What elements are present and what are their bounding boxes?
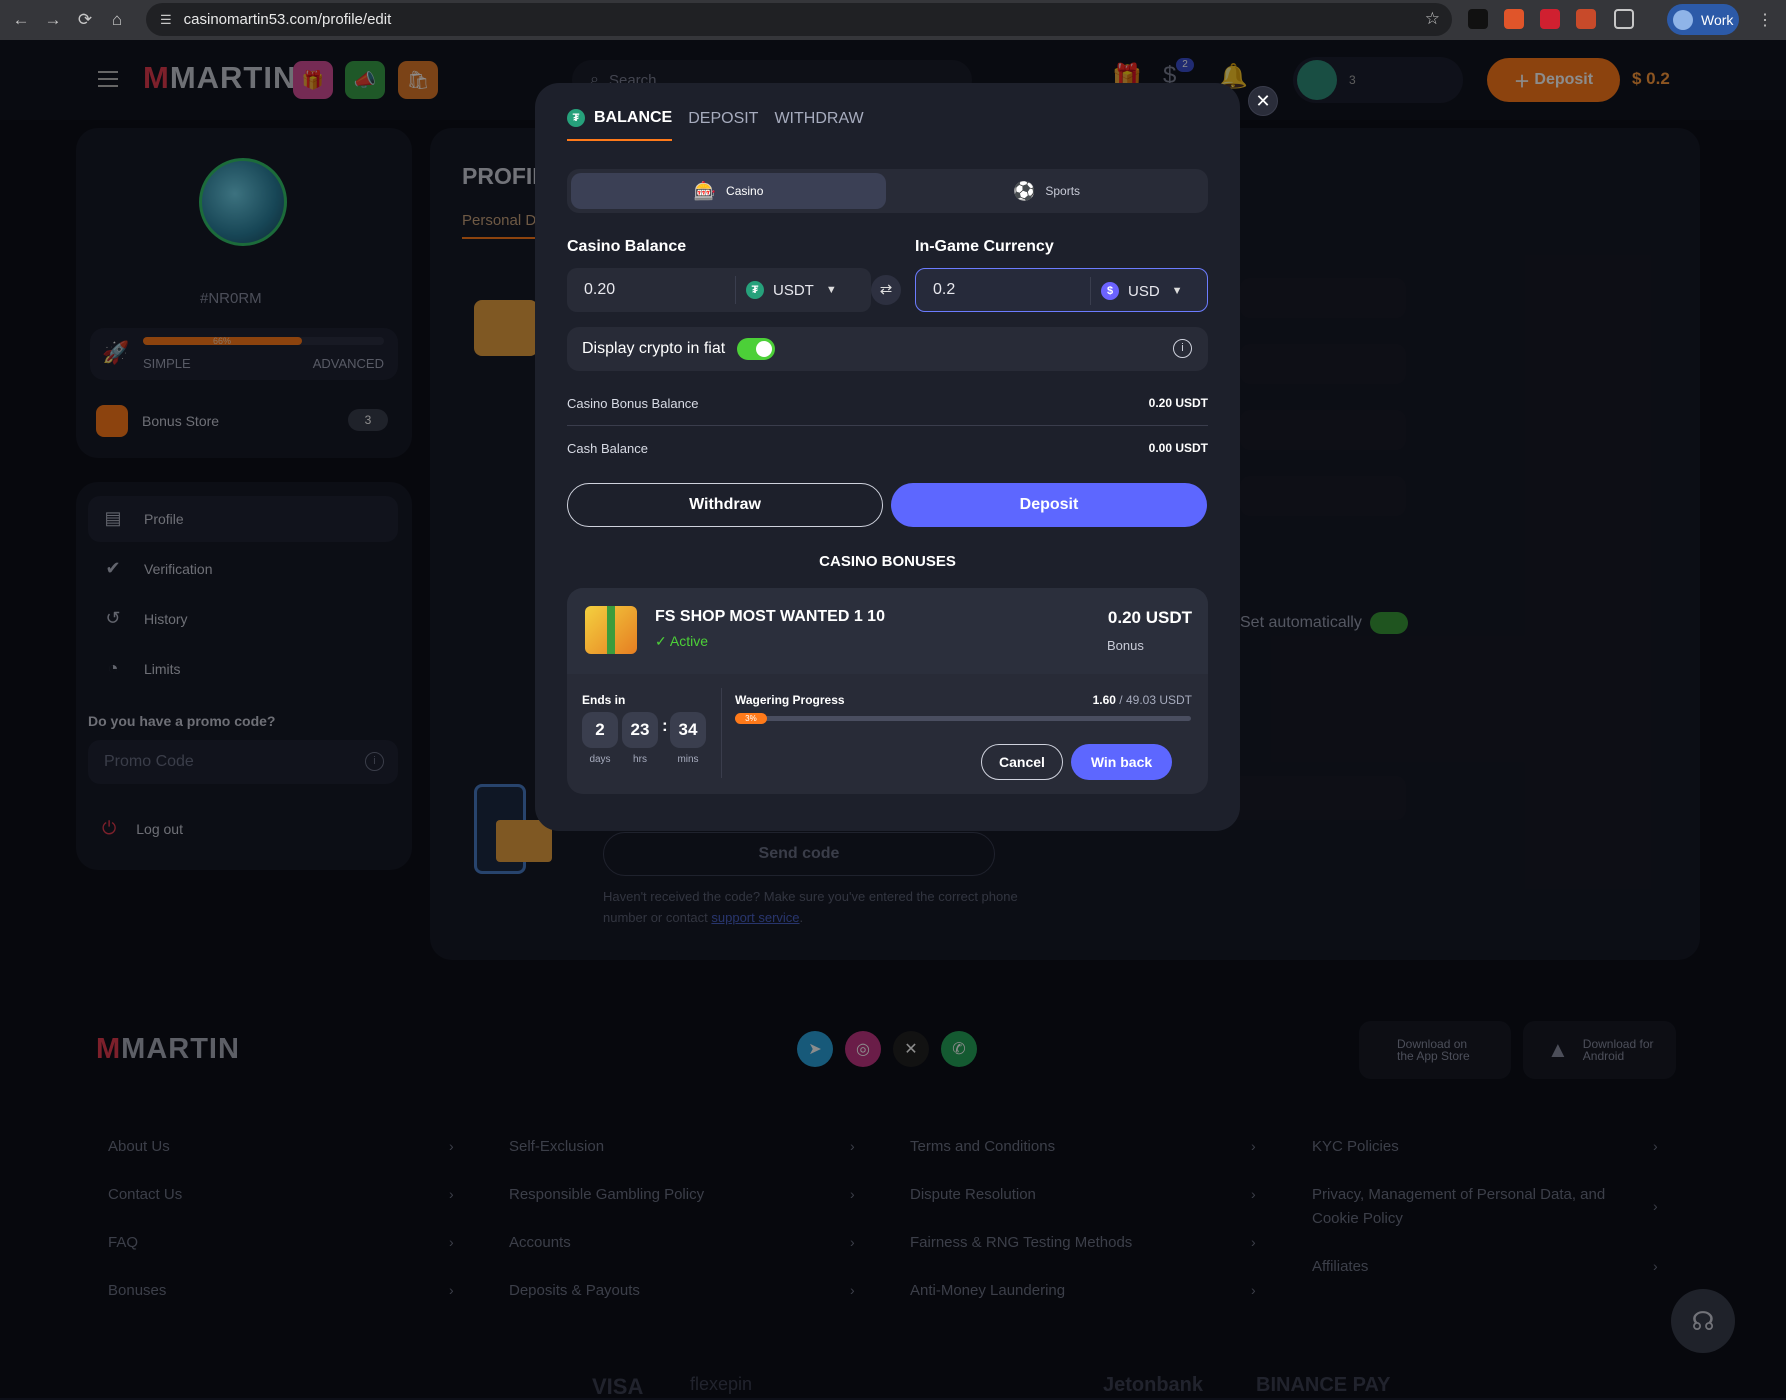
close-icon[interactable]: ✕ (1248, 86, 1278, 116)
segment-label: Casino (726, 184, 764, 198)
extension-icon[interactable] (1468, 9, 1488, 29)
reload-icon[interactable]: ⟳ (74, 9, 96, 31)
extension-icon[interactable] (1576, 9, 1596, 29)
tab-balance[interactable]: ₮ BALANCE (567, 109, 673, 141)
wagering-label: Wagering Progress (735, 693, 845, 707)
chevron-down-icon: ▼ (1171, 285, 1183, 297)
swap-arrows-icon[interactable]: ⇄ (871, 275, 901, 305)
casino-bonus-balance-row: Casino Bonus Balance 0.20 USDT (567, 381, 1208, 425)
row-label: Casino Bonus Balance (567, 395, 699, 411)
extension-icon[interactable] (1504, 9, 1524, 29)
casino-balance-value: 0.20 (584, 281, 616, 298)
profile-button[interactable]: Work (1667, 4, 1739, 35)
ingame-currency-label: In-Game Currency (915, 238, 1054, 255)
row-label: Cash Balance (567, 440, 648, 456)
wagering-progress-fill: 3% (735, 713, 767, 724)
countdown-mins: 34 (670, 712, 706, 748)
ingame-currency-value: 0.2 (933, 281, 956, 298)
row-value: 0.20 USDT (1148, 396, 1208, 410)
countdown-days: 2 (582, 712, 618, 748)
divider (721, 688, 722, 778)
countdown-hours: 23 (622, 712, 658, 748)
chevron-down-icon: ▼ (825, 284, 837, 296)
bonus-amount: 0.20 USDT (1107, 608, 1192, 627)
countdown-mins-label: mins (677, 754, 699, 765)
back-icon[interactable]: ← (10, 9, 32, 31)
extensions-puzzle-icon[interactable] (1614, 9, 1634, 29)
checkmark-icon: ✓ (655, 633, 667, 649)
tab-label: BALANCE (594, 109, 673, 126)
wallet-modal: ₮ BALANCE DEPOSIT WITHDRAW 🎰 Casino ⚽ Sport… (535, 83, 1240, 831)
ends-in-label: Ends in (582, 693, 626, 707)
casino-balance-label: Casino Balance (567, 238, 687, 255)
url-text: casinomartin53.com/profile/edit (183, 11, 392, 28)
usdt-icon: ₮ (567, 109, 585, 127)
balance-type-switch: 🎰 Casino ⚽ Sports (567, 169, 1208, 213)
tab-deposit[interactable]: DEPOSIT (688, 109, 758, 141)
profile-label: Work (1701, 11, 1734, 28)
wagering-progress-bar: 3% (735, 713, 1191, 724)
usdt-icon: ₮ (746, 281, 764, 299)
deposit-button[interactable]: Deposit (891, 483, 1207, 527)
extension-icon[interactable] (1540, 9, 1560, 29)
profile-avatar (1673, 9, 1693, 30)
currency-code: USDT (773, 281, 814, 299)
withdraw-button[interactable]: Withdraw (567, 483, 883, 527)
countdown-separator: : (662, 716, 668, 735)
casino-balance-field[interactable]: 0.20 ₮ USDT ▼ (567, 268, 871, 312)
countdown-days-label: days (589, 754, 611, 765)
display-fiat-row: Display crypto in fiat i (567, 327, 1208, 371)
site-settings-icon[interactable]: ☰ (160, 12, 172, 28)
bonus-amount-label: Bonus (1107, 638, 1144, 653)
wagering-total: / 49.03 USDT (1115, 693, 1192, 707)
display-fiat-toggle[interactable] (737, 338, 776, 360)
casino-bonuses-title: CASINO BONUSES (819, 553, 956, 570)
info-icon[interactable]: i (1173, 339, 1192, 358)
usd-icon: $ (1101, 282, 1119, 300)
segment-casino[interactable]: 🎰 Casino (571, 173, 886, 209)
sports-ball-icon: ⚽ (1012, 180, 1036, 201)
win-back-button[interactable]: Win back (1071, 744, 1172, 780)
cancel-bonus-button[interactable]: Cancel (981, 744, 1063, 780)
row-value: 0.00 USDT (1148, 441, 1208, 455)
countdown-hours-label: hrs (633, 754, 647, 765)
gift-box-icon (585, 606, 637, 654)
ingame-currency-select[interactable]: $ USD ▼ (1090, 277, 1183, 305)
cash-balance-row: Cash Balance 0.00 USDT (567, 426, 1208, 470)
tab-withdraw[interactable]: WITHDRAW (774, 109, 863, 141)
browser-menu-icon[interactable]: ⋮ (1757, 10, 1773, 30)
bonus-status-text: Active (669, 633, 708, 649)
wagering-done: 1.60 (1092, 693, 1116, 707)
bonus-card: FS SHOP MOST WANTED 1 10 ✓ Active 0.20 U… (567, 588, 1208, 794)
home-icon[interactable]: ⌂ (106, 9, 128, 31)
currency-code: USD (1128, 282, 1160, 300)
bonus-card-header (567, 588, 1208, 674)
address-bar[interactable]: ☰ casinomartin53.com/profile/edit ☆ (146, 3, 1452, 36)
ingame-currency-field[interactable]: 0.2 $ USD ▼ (915, 268, 1208, 312)
forward-icon[interactable]: → (42, 9, 64, 31)
wallet-tabs: ₮ BALANCE DEPOSIT WITHDRAW (567, 109, 880, 141)
bonus-status: ✓ Active (655, 633, 708, 650)
bonus-name: FS SHOP MOST WANTED 1 10 (655, 608, 885, 625)
casino-currency-select[interactable]: ₮ USDT ▼ (735, 276, 837, 304)
bookmark-star-icon[interactable]: ☆ (1425, 9, 1440, 29)
slot-machine-icon: 🎰 (693, 180, 717, 201)
segment-sports[interactable]: ⚽ Sports (889, 173, 1204, 209)
display-fiat-label: Display crypto in fiat (582, 340, 726, 357)
segment-label: Sports (1045, 184, 1081, 198)
wagering-value: 1.60 / 49.03 USDT (1093, 693, 1192, 707)
